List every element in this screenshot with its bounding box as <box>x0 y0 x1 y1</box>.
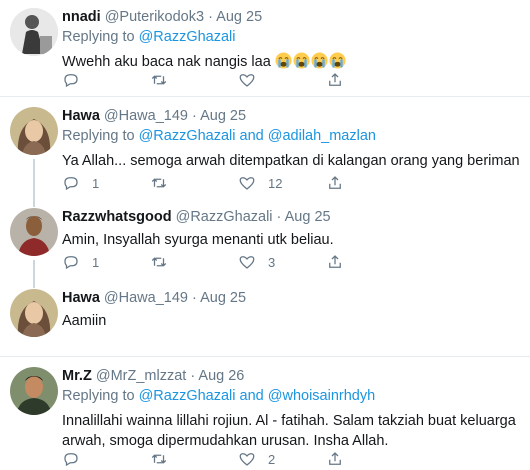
share-button[interactable] <box>326 252 344 272</box>
share-icon <box>329 452 341 465</box>
user-handle[interactable]: @Hawa_149 <box>104 108 188 124</box>
separator-dot: · <box>192 108 197 124</box>
tweet-text: Innalillahi wainna lillahi rojiun. Al - … <box>62 413 516 449</box>
mention-link[interactable]: @RazzGhazali <box>139 29 236 45</box>
heart-icon <box>239 256 255 269</box>
heart-icon <box>239 453 255 466</box>
tweet-text: Ya Allah... semoga arwah ditempatkan di … <box>62 153 520 169</box>
replying-to: Replying to @RazzGhazali and @adilah_maz… <box>62 127 522 145</box>
avatar[interactable] <box>10 367 58 415</box>
tweet-3[interactable]: Razzwhatsgood @RazzGhazali · Aug 25 Amin… <box>0 200 530 288</box>
display-name[interactable]: Mr.Z <box>62 368 92 384</box>
retweet-button[interactable] <box>150 252 180 272</box>
mention-link[interactable]: @RazzGhazali <box>139 388 236 404</box>
retweet-icon <box>151 178 167 188</box>
replying-prefix: Replying to <box>62 128 139 144</box>
share-button[interactable] <box>326 70 344 90</box>
avatar[interactable] <box>10 8 58 56</box>
tweet-2[interactable]: Hawa @Hawa_149 · Aug 25 Replying to @Raz… <box>0 97 530 207</box>
reply-icon <box>64 177 78 191</box>
like-button[interactable] <box>238 70 268 90</box>
tweet-text-body: Wwehh aku baca nak nangis laa <box>62 54 271 70</box>
and-word: and <box>235 388 268 404</box>
timestamp[interactable]: Aug 25 <box>200 108 246 124</box>
separator-dot: · <box>190 368 196 384</box>
user-handle[interactable]: @MrZ_mlzzat <box>96 368 186 384</box>
user-handle[interactable]: @Hawa_149 <box>104 290 188 306</box>
tweet-1[interactable]: nnadi @Puterikodok3 · Aug 25 Replying to… <box>0 0 530 96</box>
tweet-4[interactable]: Hawa @Hawa_149 · Aug 25 Aamiin <box>0 281 530 356</box>
loudly-crying-face-icon <box>293 52 310 69</box>
like-count: 12 <box>268 175 283 191</box>
share-icon <box>329 255 341 268</box>
retweet-button[interactable] <box>150 449 180 469</box>
replying-to: Replying to @RazzGhazali <box>62 28 522 46</box>
avatar[interactable] <box>10 289 58 337</box>
like-button[interactable]: 2 <box>238 449 275 469</box>
avatar[interactable] <box>10 208 58 256</box>
loudly-crying-face-icon <box>329 52 346 69</box>
reply-button[interactable]: 1 <box>62 252 99 272</box>
like-button[interactable]: 3 <box>238 252 275 272</box>
timestamp[interactable]: Aug 25 <box>285 209 331 225</box>
heart-icon <box>239 74 255 87</box>
tweet-text: Wwehh aku baca nak nangis laa <box>62 52 522 72</box>
replying-prefix: Replying to <box>62 29 139 45</box>
display-name[interactable]: Hawa <box>62 108 100 124</box>
and-word: and <box>235 128 268 144</box>
share-button[interactable] <box>326 449 344 469</box>
retweet-icon <box>151 257 167 267</box>
like-button[interactable]: 12 <box>238 173 282 193</box>
separator-dot: · <box>192 290 197 306</box>
display-name[interactable]: Hawa <box>62 290 100 306</box>
tweet-5[interactable]: Mr.Z @MrZ_mlzzat · Aug 26 Replying to @R… <box>0 357 530 470</box>
display-name[interactable]: Razzwhatsgood <box>62 209 172 225</box>
display-name[interactable]: nnadi <box>62 9 101 25</box>
reply-count: 1 <box>92 175 100 191</box>
avatar[interactable] <box>10 107 58 155</box>
share-icon <box>329 176 341 189</box>
retweet-icon <box>151 75 167 85</box>
mention-link[interactable]: @whoisainrhdyh <box>268 388 375 404</box>
reply-icon <box>64 256 78 270</box>
replying-to: Replying to @RazzGhazali and @whoisainrh… <box>62 387 522 405</box>
loudly-crying-face-icon <box>275 52 292 69</box>
tweet-text: Amin, Insyallah syurga menanti utk belia… <box>62 232 334 248</box>
reply-icon <box>64 74 78 88</box>
share-button[interactable] <box>326 173 344 193</box>
user-handle[interactable]: @Puterikodok3 <box>105 9 204 25</box>
retweet-button[interactable] <box>150 173 180 193</box>
replying-prefix: Replying to <box>62 388 139 404</box>
like-count: 3 <box>268 254 276 270</box>
reply-button[interactable] <box>62 70 92 90</box>
reply-button[interactable]: 1 <box>62 173 99 193</box>
reply-count: 1 <box>92 254 100 270</box>
reply-icon <box>64 453 78 467</box>
retweet-icon <box>151 454 167 464</box>
loudly-crying-face-icon <box>311 52 328 69</box>
mention-link[interactable]: @RazzGhazali <box>139 128 236 144</box>
timestamp[interactable]: Aug 25 <box>216 9 262 25</box>
retweet-button[interactable] <box>150 70 180 90</box>
tweet-text: Aamiin <box>62 313 107 329</box>
heart-icon <box>239 177 255 190</box>
share-icon <box>329 73 341 86</box>
like-count: 2 <box>268 451 276 467</box>
timestamp[interactable]: Aug 26 <box>198 368 244 384</box>
mention-link[interactable]: @adilah_mazlan <box>268 128 376 144</box>
timestamp[interactable]: Aug 25 <box>200 290 246 306</box>
user-handle[interactable]: @RazzGhazali <box>176 209 273 225</box>
separator-dot: · <box>276 209 282 225</box>
separator-dot: · <box>208 9 213 25</box>
reply-button[interactable] <box>62 449 92 469</box>
